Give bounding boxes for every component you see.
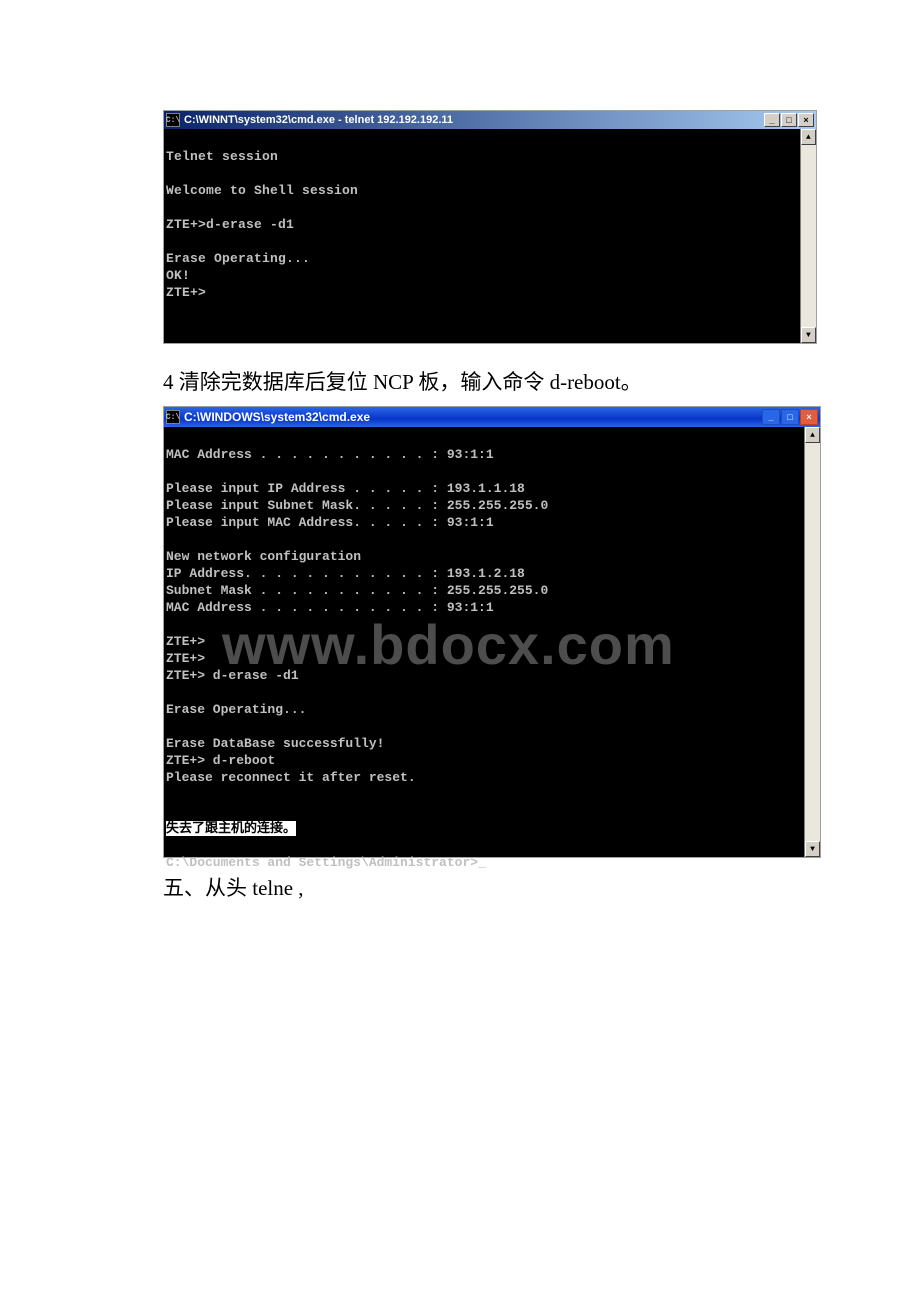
maximize-button[interactable]: □ bbox=[781, 113, 797, 127]
line: Please input IP Address . . . . . : 193.… bbox=[166, 481, 525, 496]
line-highlighted: 失去了跟主机的连接。 bbox=[166, 821, 296, 836]
line: ZTE+> bbox=[166, 651, 205, 666]
scroll-up-button[interactable]: ▲ bbox=[805, 427, 820, 443]
line: Erase DataBase successfully! bbox=[166, 736, 384, 751]
line: ZTE+> d-erase -d1 bbox=[166, 668, 299, 683]
line: Please reconnect it after reset. bbox=[166, 770, 416, 785]
scroll-track[interactable] bbox=[801, 145, 816, 327]
cmd-icon: C:\ bbox=[166, 113, 180, 127]
titlebar-1[interactable]: C:\ C:\WINNT\system32\cmd.exe - telnet 1… bbox=[164, 111, 816, 129]
cmd-icon: C:\ bbox=[166, 410, 180, 424]
line: Erase Operating... bbox=[166, 702, 306, 717]
line: Please input Subnet Mask. . . . . : 255.… bbox=[166, 498, 548, 513]
line: Please input MAC Address. . . . . : 93:1… bbox=[166, 515, 494, 530]
minimize-button[interactable]: _ bbox=[764, 113, 780, 127]
terminal-window-2: C:\ C:\WINDOWS\system32\cmd.exe _ □ × MA… bbox=[163, 406, 821, 858]
scroll-track[interactable] bbox=[805, 443, 820, 841]
terminal-output: Telnet session Welcome to Shell session … bbox=[166, 149, 358, 300]
line: MAC Address . . . . . . . . . . . : 93:1… bbox=[166, 600, 494, 615]
scroll-down-button[interactable]: ▼ bbox=[805, 841, 820, 857]
line: MAC Address . . . . . . . . . . . : 93:1… bbox=[166, 447, 494, 462]
line: Subnet Mask . . . . . . . . . . . : 255.… bbox=[166, 583, 548, 598]
minimize-button[interactable]: _ bbox=[762, 409, 780, 425]
line: ZTE+> d-reboot bbox=[166, 753, 275, 768]
prompt-line: C:\Documents and Settings\Administrator> bbox=[166, 855, 486, 870]
titlebar-2[interactable]: C:\ C:\WINDOWS\system32\cmd.exe _ □ × bbox=[164, 407, 820, 427]
window-controls: _ □ × bbox=[762, 409, 818, 425]
scroll-down-button[interactable]: ▼ bbox=[801, 327, 816, 343]
window-title: C:\WINDOWS\system32\cmd.exe bbox=[184, 410, 762, 424]
scroll-up-button[interactable]: ▲ bbox=[801, 129, 816, 145]
paragraph-step5: 五、从头 telne , bbox=[163, 872, 920, 902]
close-button[interactable]: × bbox=[800, 409, 818, 425]
terminal-window-1: C:\ C:\WINNT\system32\cmd.exe - telnet 1… bbox=[163, 110, 817, 344]
close-button[interactable]: × bbox=[798, 113, 814, 127]
window-title: C:\WINNT\system32\cmd.exe - telnet 192.1… bbox=[184, 114, 764, 126]
line: New network configuration bbox=[166, 549, 361, 564]
line: ZTE+> bbox=[166, 634, 205, 649]
window-controls: _ □ × bbox=[764, 113, 814, 127]
maximize-button[interactable]: □ bbox=[781, 409, 799, 425]
line: IP Address. . . . . . . . . . . . : 193.… bbox=[166, 566, 525, 581]
paragraph-step4: 4 清除完数据库后复位 NCP 板，输入命令 d-reboot。 bbox=[163, 366, 920, 396]
terminal-body-1[interactable]: Telnet session Welcome to Shell session … bbox=[164, 129, 816, 343]
terminal-body-2[interactable]: MAC Address . . . . . . . . . . . : 93:1… bbox=[164, 427, 820, 857]
scrollbar[interactable]: ▲ ▼ bbox=[804, 427, 820, 857]
scrollbar[interactable]: ▲ ▼ bbox=[800, 129, 816, 343]
